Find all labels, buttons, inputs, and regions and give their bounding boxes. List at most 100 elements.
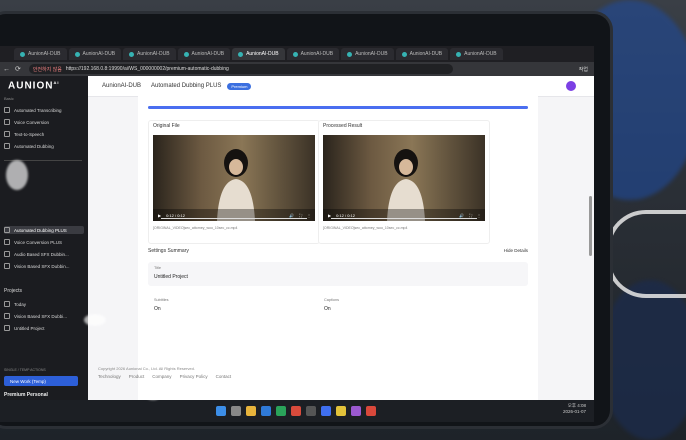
fullscreen-icon[interactable]: ⛶ xyxy=(299,213,302,218)
original-video-player[interactable]: ▶ 0:12 / 0:12 🔊 ⛶ ⋮ xyxy=(153,135,315,221)
scrollbar[interactable] xyxy=(589,196,592,256)
sidebar-item[interactable]: Today xyxy=(4,300,84,308)
sidebar-item[interactable]: Vision Based SFX Dubbin... xyxy=(4,262,84,270)
item-icon xyxy=(4,313,10,319)
browser-tab[interactable]: AunionAI-DUB xyxy=(68,48,122,60)
seek-bar[interactable] xyxy=(161,218,307,219)
sidebar-item[interactable]: Audio Based SFX Dubbin... xyxy=(4,250,84,258)
field-value: Untitled Project xyxy=(154,274,188,280)
reload-icon[interactable]: ⟳ xyxy=(15,65,21,73)
light-reflection xyxy=(84,314,106,326)
browser-tab[interactable]: AunionAI-DUB xyxy=(341,48,394,60)
browser-tab[interactable]: AunionAI-DUB xyxy=(14,48,67,60)
chrome-icon[interactable] xyxy=(336,406,346,416)
app-icon[interactable] xyxy=(351,406,361,416)
tab-favicon-icon xyxy=(347,51,353,57)
avatar[interactable] xyxy=(566,81,576,91)
play-icon[interactable]: ▶ xyxy=(328,213,331,218)
tab-favicon-icon xyxy=(292,51,298,57)
sidebar-item-label: Vision Based SFX Dubbin... xyxy=(14,263,70,269)
app-header: AunionAI-DUB Automated Dubbing PLUS Prem… xyxy=(88,76,594,97)
edge-icon[interactable] xyxy=(261,406,271,416)
footer-copyright: Copyright 2026 Aunionai Co., Ltd. All Ri… xyxy=(98,366,195,371)
item-icon xyxy=(4,131,10,137)
video-controls: ▶ 0:12 / 0:12 🔊 ⛶ ⋮ xyxy=(323,209,485,221)
tab-favicon-icon xyxy=(238,51,244,57)
insecure-warning: 안전하지 않음 xyxy=(32,66,62,73)
sidebar-item[interactable]: Vision Based SFX Dubbi... xyxy=(4,312,84,320)
sidebar-item[interactable]: Automated Transcribing xyxy=(4,106,84,114)
app-name[interactable]: AunionAI-DUB xyxy=(102,83,141,89)
sidebar-item[interactable]: Voice Conversion xyxy=(4,118,84,126)
sidebar-item-label: Automated Dubbing PLUS xyxy=(14,227,67,233)
browser-tab[interactable]: AunionAI-DUB xyxy=(177,48,231,60)
sidebar-item[interactable]: Text-to-Speech xyxy=(4,130,84,138)
footer-link[interactable]: Product xyxy=(129,374,145,379)
card-title: Processed Result xyxy=(323,123,363,129)
projects-heading: Projects xyxy=(4,288,23,294)
browser-tab[interactable]: AunionAI-DUB xyxy=(450,48,503,60)
light-reflection xyxy=(146,392,160,400)
item-icon xyxy=(4,251,10,257)
sidebar-item[interactable]: Automated Dubbing PLUS xyxy=(4,226,84,234)
volume-icon[interactable]: 🔊 xyxy=(459,213,464,218)
sidebar-item-label: Audio Based SFX Dubbin... xyxy=(14,251,69,257)
volume-icon[interactable]: 🔊 xyxy=(289,213,294,218)
sidebar-item-label: Automated Transcribing xyxy=(14,107,62,113)
footer-link[interactable]: Company xyxy=(152,374,171,379)
video-controls: ▶ 0:12 / 0:12 🔊 ⛶ ⋮ xyxy=(153,209,315,221)
browser-tab[interactable]: AunionAI-DUB xyxy=(395,48,449,60)
browser-tab[interactable]: AunionAI-DUB xyxy=(232,48,285,60)
more-icon[interactable]: ⋮ xyxy=(307,213,311,218)
tab-label: AunionAI-DUB xyxy=(28,51,61,57)
powerpoint-icon[interactable] xyxy=(291,406,301,416)
captions-field: Captions On xyxy=(318,294,498,318)
tab-label: AunionAI-DUB xyxy=(246,51,279,57)
item-icon xyxy=(4,119,10,125)
seek-bar[interactable] xyxy=(331,218,477,219)
item-icon xyxy=(4,143,10,149)
url-field[interactable]: 안전하지 않음 https://192.168.0.8:19990/ai/WS_… xyxy=(28,64,453,74)
settings-title: Settings Summary xyxy=(148,248,189,254)
sidebar-item[interactable]: Untitled Project xyxy=(4,324,84,332)
sidebar-section-basic: Basic xyxy=(4,96,14,101)
item-icon xyxy=(4,107,10,113)
sidebar-item[interactable]: Automated Dubbing xyxy=(4,142,84,150)
light-reflection xyxy=(6,160,28,190)
start-icon[interactable] xyxy=(216,406,226,416)
progress-fill xyxy=(148,106,528,109)
plan-label: Premium Personal xyxy=(4,392,48,398)
fullscreen-icon[interactable]: ⛶ xyxy=(469,213,472,218)
new-work-button[interactable]: New Work (Temp) xyxy=(4,376,78,386)
sidebar-item-label: Voice Conversion PLUS xyxy=(14,239,63,245)
clock[interactable]: 오후 4:08 2026-01-07 xyxy=(563,403,586,415)
progress-bar xyxy=(148,106,528,109)
browser-tab[interactable]: AunionAI-DUB xyxy=(123,48,176,60)
content-panel: Original File ▶ 0:12 / 0:12 🔊 ⛶ ⋮ [ORIGI… xyxy=(138,96,538,400)
search-icon[interactable] xyxy=(231,406,241,416)
vscode-icon[interactable] xyxy=(321,406,331,416)
tablet-device: AunionAI-DUB AunionAI-DUB AunionAI-DUB Auni… xyxy=(0,14,610,426)
excel-icon[interactable] xyxy=(276,406,286,416)
url-text: https://192.168.0.8:19990/ai/WS_00000000… xyxy=(65,66,229,72)
sidebar-item-label: Vision Based SFX Dubbi... xyxy=(14,313,67,319)
play-icon[interactable]: ▶ xyxy=(158,213,161,218)
tab-favicon-icon xyxy=(401,51,407,57)
record-icon[interactable] xyxy=(366,406,376,416)
processed-video-player[interactable]: ▶ 0:12 / 0:12 🔊 ⛶ ⋮ xyxy=(323,135,485,221)
profile-label[interactable]: 작업 xyxy=(579,66,588,73)
settings-icon[interactable] xyxy=(306,406,316,416)
item-icon xyxy=(4,325,10,331)
footer-link[interactable]: Technology xyxy=(98,374,121,379)
tablet-screen: AunionAI-DUB AunionAI-DUB AunionAI-DUB Auni… xyxy=(0,46,594,400)
cable xyxy=(606,210,686,298)
more-icon[interactable]: ⋮ xyxy=(477,213,481,218)
item-icon xyxy=(4,301,10,307)
file-explorer-icon[interactable] xyxy=(246,406,256,416)
back-icon[interactable]: ← xyxy=(3,66,10,73)
sidebar-item[interactable]: Voice Conversion PLUS xyxy=(4,238,84,246)
browser-tab[interactable]: AunionAI-DUB xyxy=(286,48,340,60)
footer-link[interactable]: Privacy Policy xyxy=(180,374,208,379)
footer-link[interactable]: Contact xyxy=(216,374,232,379)
hide-details-link[interactable]: Hide Details xyxy=(504,248,528,253)
